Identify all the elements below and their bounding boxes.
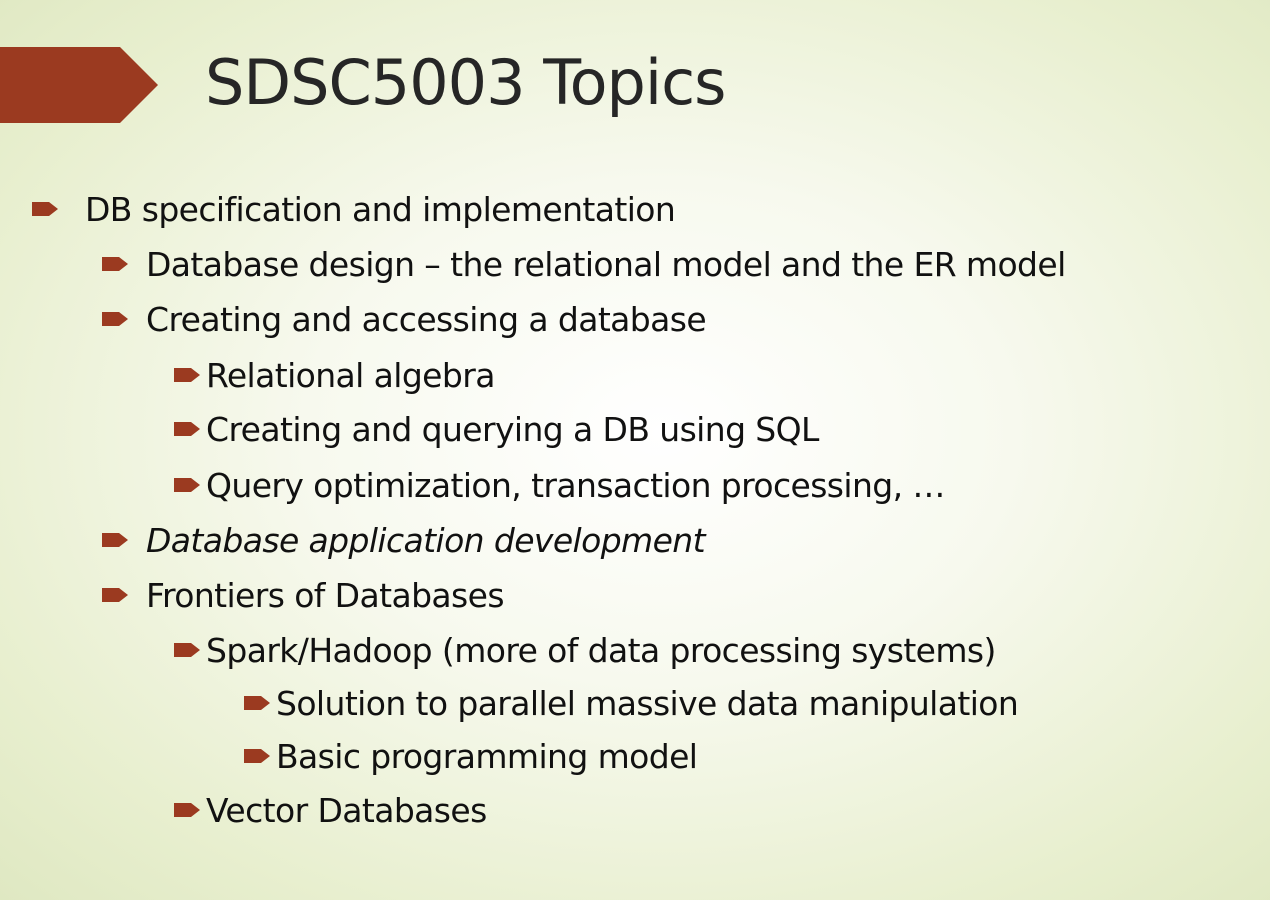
bullet-text: Query optimization, transaction processi… [206, 465, 945, 505]
bullet-text: Database application development [146, 520, 706, 560]
bullet-item: Basic programming model [244, 731, 698, 781]
arrow-bullet-icon [174, 803, 200, 817]
bullet-item: Creating and querying a DB using SQL [174, 404, 819, 454]
bullet-item: Creating and accessing a database [102, 294, 707, 344]
bullet-item: Relational algebra [174, 350, 495, 400]
arrow-bullet-icon [174, 422, 200, 436]
arrow-bullet-icon [174, 368, 200, 382]
arrow-bullet-icon [174, 478, 200, 492]
bullet-text: Relational algebra [206, 355, 495, 395]
bullet-text: Frontiers of Databases [146, 575, 505, 615]
bullet-item: Frontiers of Databases [102, 570, 505, 620]
bullet-item: Spark/Hadoop (more of data processing sy… [174, 625, 996, 675]
arrow-bullet-icon [102, 312, 128, 326]
slide-title: SDSC5003 Topics [205, 46, 726, 119]
arrow-bullet-icon [244, 749, 270, 763]
bullet-item: DB specification and implementation [32, 184, 676, 234]
bullet-text: Spark/Hadoop (more of data processing sy… [206, 630, 996, 670]
bullet-text: Vector Databases [206, 790, 487, 830]
arrow-bullet-icon [174, 643, 200, 657]
bullet-item: Query optimization, transaction processi… [174, 460, 945, 510]
bullet-text: DB specification and implementation [85, 189, 676, 229]
arrow-bullet-icon [32, 202, 58, 216]
arrow-bullet-icon [244, 696, 270, 710]
title-accent-arrow [0, 47, 158, 123]
bullet-text: Basic programming model [276, 736, 698, 776]
bullet-item: Database design – the relational model a… [102, 239, 1066, 289]
bullet-item: Database application development [102, 515, 706, 565]
bullet-item: Vector Databases [174, 785, 487, 835]
bullet-item: Solution to parallel massive data manipu… [244, 678, 1019, 728]
bullet-text: Solution to parallel massive data manipu… [276, 683, 1019, 723]
arrow-bullet-icon [102, 533, 128, 547]
arrow-bullet-icon [102, 257, 128, 271]
bullet-text: Database design – the relational model a… [146, 244, 1066, 284]
bullet-text: Creating and querying a DB using SQL [206, 409, 819, 449]
bullet-text: Creating and accessing a database [146, 299, 707, 339]
arrow-bullet-icon [102, 588, 128, 602]
